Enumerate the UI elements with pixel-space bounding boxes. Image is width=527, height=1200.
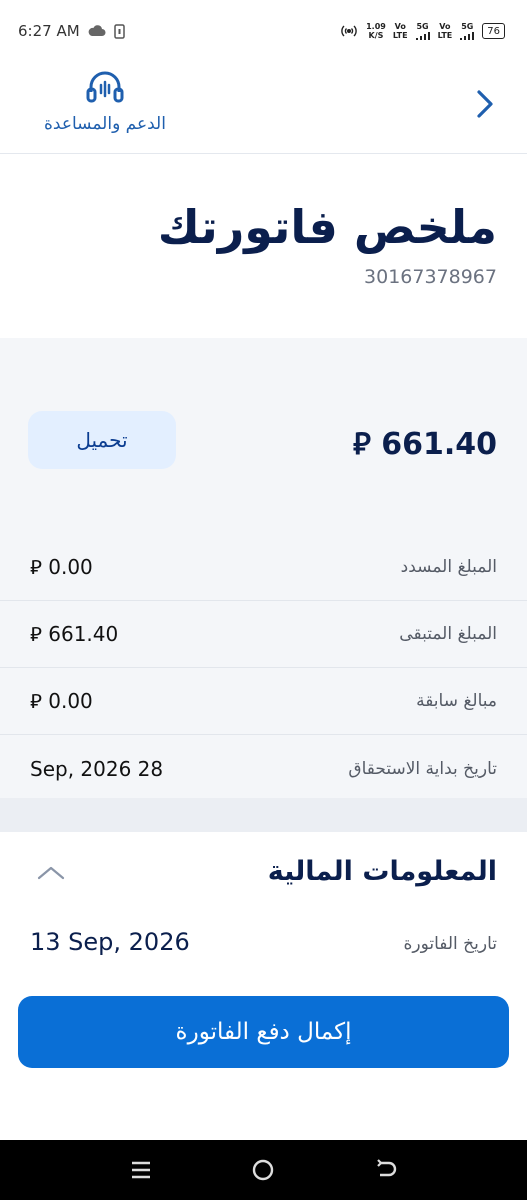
row-value: 0.00 ⃁ — [30, 555, 93, 579]
section-divider — [0, 798, 527, 832]
financial-info-title: المعلومات المالية — [267, 856, 497, 887]
chevron-up-icon[interactable] — [34, 860, 68, 886]
summary-row-remaining: المبلغ المتبقى 661.40 ⃁ — [0, 601, 527, 668]
invoice-date-value: 13 Sep, 2026 — [30, 928, 190, 956]
speed-value: 1.09 — [366, 22, 386, 31]
summary-row-due-start: تاريخ بداية الاستحقاق 28 Sep, 2026 — [0, 735, 527, 802]
battery-icon: 76 — [482, 23, 505, 39]
home-nav-button[interactable] — [243, 1150, 283, 1190]
row-label: المبلغ المتبقى — [399, 624, 497, 644]
back-nav-button[interactable] — [366, 1150, 406, 1190]
volte-2-top: Vo — [439, 22, 451, 31]
invoice-date-label: تاريخ الفاتورة — [403, 934, 497, 954]
speed-unit: K/S — [368, 31, 384, 40]
system-nav-bar — [0, 1140, 527, 1200]
network-5g-2: 5G — [459, 22, 475, 41]
volte-1: Vo LTE — [393, 22, 408, 40]
download-button[interactable]: تحميل — [28, 411, 176, 469]
row-value: 0.00 ⃁ — [30, 689, 93, 713]
hotspot-icon — [341, 25, 357, 37]
headset-icon — [86, 71, 124, 103]
network-5g-1: 5G — [415, 22, 431, 41]
account-number: 30167378967 — [364, 266, 497, 288]
network-speed: 1.09 K/S — [366, 22, 386, 40]
row-label: تاريخ بداية الاستحقاق — [348, 758, 497, 779]
volte-1-bottom: LTE — [392, 31, 408, 40]
bill-summary-panel: 661.40 ⃁ تحميل المبلغ المسدد 0.00 ⃁ المب… — [0, 338, 527, 798]
volte-1-top: Vo — [394, 22, 406, 31]
network-5g-2-label: 5G — [461, 21, 474, 31]
network-5g-1-label: 5G — [416, 21, 429, 31]
total-amount: 661.40 ⃁ — [352, 427, 497, 462]
home-circle-icon — [253, 1159, 274, 1181]
cloud-icon — [88, 25, 106, 36]
row-value: 661.40 ⃁ — [30, 622, 119, 646]
support-label: الدعم والمساعدة — [44, 114, 166, 134]
menu-nav-button[interactable] — [121, 1150, 161, 1190]
status-left: 6:27 AM — [18, 22, 125, 40]
row-value: 28 Sep, 2026 — [30, 756, 164, 781]
app-header: الدعم والمساعدة — [0, 62, 527, 154]
menu-icon — [132, 1161, 151, 1179]
volte-2-bottom: LTE — [437, 31, 453, 40]
back-arrow-icon — [377, 1159, 396, 1177]
page-title: ملخص فاتورتك — [157, 200, 497, 254]
chevron-right-icon — [477, 90, 493, 118]
summary-row-paid: المبلغ المسدد 0.00 ⃁ — [0, 534, 527, 601]
complete-payment-button[interactable]: إكمال دفع الفاتورة — [18, 996, 509, 1068]
signal-icon — [460, 31, 475, 40]
support-button[interactable]: الدعم والمساعدة — [30, 70, 180, 134]
sim-icon — [113, 23, 125, 39]
status-bar: 6:27 AM 1.09 K/S Vo LTE 5G Vo LTE 5G 76 — [0, 0, 527, 62]
row-label: مبالغ سابقة — [416, 691, 497, 711]
signal-icon — [415, 31, 430, 40]
status-time: 6:27 AM — [18, 22, 80, 40]
volte-2: Vo LTE — [438, 22, 453, 40]
summary-row-previous: مبالغ سابقة 0.00 ⃁ — [0, 668, 527, 735]
summary-rows: المبلغ المسدد 0.00 ⃁ المبلغ المتبقى 661.… — [0, 534, 527, 802]
battery-level: 76 — [487, 25, 500, 37]
back-button[interactable] — [471, 84, 499, 124]
row-label: المبلغ المسدد — [400, 557, 497, 577]
status-right: 1.09 K/S Vo LTE 5G Vo LTE 5G 76 — [339, 22, 505, 41]
